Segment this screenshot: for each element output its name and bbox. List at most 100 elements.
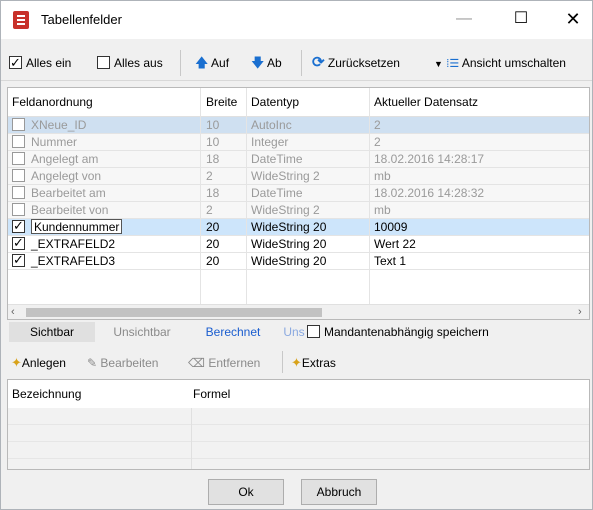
- checkbox-checked-icon[interactable]: [12, 251, 25, 268]
- column-header-feldanordnung[interactable]: Feldanordnung: [12, 88, 93, 116]
- type-cell: DateTime: [251, 152, 303, 166]
- width-cell: 2: [206, 169, 213, 183]
- delete-icon: ⌫: [188, 356, 205, 370]
- entfernen-button[interactable]: ⌫ Entfernen: [188, 353, 260, 373]
- table-row[interactable]: Bearbeitet von 2 WideString 2 mb: [8, 202, 589, 219]
- width-cell: 10: [206, 118, 220, 132]
- tab-unsichtbar[interactable]: Unsichtbar: [99, 322, 185, 342]
- column-divider: [246, 88, 247, 304]
- anlegen-button[interactable]: ✦Anlegen: [11, 353, 66, 373]
- minimize-button[interactable]: —: [449, 5, 479, 33]
- scroll-left-icon[interactable]: ‹: [11, 306, 15, 318]
- checkbox-empty-icon[interactable]: [12, 203, 25, 216]
- field-name-cell[interactable]: Bearbeitet von: [12, 202, 108, 219]
- field-name-cell[interactable]: XNeue_ID: [12, 117, 86, 134]
- field-name-label: _EXTRAFELD2: [31, 237, 116, 251]
- field-name-cell[interactable]: _EXTRAFELD3: [12, 251, 115, 270]
- new-item-icon: ✦: [11, 355, 22, 370]
- close-button[interactable]: ✕: [558, 5, 588, 33]
- table-row[interactable]: Nummer 10 Integer 2: [8, 134, 589, 151]
- width-cell: 20: [206, 254, 220, 268]
- dialog-window: Tabellenfelder — ☐ ✕ Alles ein Alles aus…: [0, 0, 593, 510]
- arrow-up-icon: 🡅: [195, 55, 209, 70]
- filter-tabs: Sichtbar Unsichtbar Berechnet Uns Mandan…: [7, 322, 590, 342]
- toolbar-divider: [301, 50, 302, 76]
- checkbox-empty-icon[interactable]: [12, 135, 25, 148]
- table-row[interactable]: Angelegt von 2 WideString 2 mb: [8, 168, 589, 185]
- view-columns-icon: ⁞☰: [446, 58, 460, 70]
- extras-icon: ✦: [291, 355, 302, 370]
- checkbox-empty-icon[interactable]: [12, 118, 25, 131]
- table-row[interactable]: _EXTRAFELD2 20 WideString 20 Wert 22: [8, 234, 589, 253]
- type-cell: WideString 20: [251, 237, 327, 251]
- checkbox-checked-icon[interactable]: [12, 217, 25, 234]
- field-name-cell[interactable]: Kundennummer: [12, 217, 123, 236]
- checkbox-empty-icon[interactable]: [12, 152, 25, 165]
- field-name-cell[interactable]: Angelegt von: [12, 168, 101, 185]
- alles-aus-button[interactable]: Alles aus: [97, 53, 163, 73]
- column-header-breite[interactable]: Breite: [206, 88, 238, 116]
- field-name-cell[interactable]: Angelegt am: [12, 151, 98, 168]
- table-row[interactable]: _EXTRAFELD3 20 WideString 20 Text 1: [8, 251, 589, 270]
- tab-berechnet[interactable]: Berechnet: [190, 322, 276, 342]
- formula-grid[interactable]: Bezeichnung Formel: [7, 379, 590, 470]
- mandanten-checkbox[interactable]: Mandantenabhängig speichern: [307, 322, 489, 342]
- ok-button[interactable]: Ok: [208, 479, 284, 505]
- checkbox-empty-icon: [97, 56, 110, 69]
- formula-row: [8, 459, 589, 469]
- fields-grid[interactable]: Feldanordnung Breite Datentyp Aktueller …: [7, 87, 590, 320]
- title-bar: Tabellenfelder — ☐ ✕: [1, 1, 592, 39]
- field-name-cell[interactable]: _EXTRAFELD2: [12, 234, 116, 253]
- tab-uns[interactable]: Uns: [279, 322, 309, 342]
- alles-aus-label: Alles aus: [114, 56, 163, 70]
- value-cell: Text 1: [374, 254, 407, 268]
- column-header-datentyp[interactable]: Datentyp: [251, 88, 300, 116]
- table-row[interactable]: Kundennummer 20 WideString 20 10009: [8, 217, 589, 236]
- width-cell: 18: [206, 186, 220, 200]
- column-divider: [191, 408, 192, 469]
- anlegen-label: Anlegen: [21, 356, 66, 370]
- value-cell: 2: [374, 118, 381, 132]
- horizontal-scrollbar[interactable]: ‹ ›: [8, 304, 589, 319]
- alles-ein-button[interactable]: Alles ein: [9, 53, 71, 73]
- formula-row: [8, 425, 589, 442]
- type-cell: WideString 2: [251, 169, 320, 183]
- bearbeiten-label: Bearbeiten: [100, 356, 159, 370]
- ab-button[interactable]: 🡇 Ab: [251, 53, 282, 73]
- extras-button[interactable]: ✦Extras: [291, 353, 336, 373]
- table-row[interactable]: Angelegt am 18 DateTime 18.02.2016 14:28:17: [8, 151, 589, 168]
- checkbox-empty-icon[interactable]: [12, 169, 25, 182]
- maximize-button[interactable]: ☐: [506, 5, 536, 33]
- zuruecksetzen-button[interactable]: ⟳ Zurücksetzen: [312, 53, 400, 73]
- value-cell: 18.02.2016 14:28:32: [374, 186, 485, 200]
- scrollbar-thumb[interactable]: [26, 308, 322, 317]
- arrow-down-icon: 🡇: [251, 55, 265, 70]
- width-cell: 18: [206, 152, 220, 166]
- field-name-edit-input[interactable]: Kundennummer: [31, 219, 123, 234]
- ansicht-umschalten-button[interactable]: ▼ ⁞☰ Ansicht umschalten: [434, 53, 566, 73]
- field-name-cell[interactable]: Nummer: [12, 134, 77, 151]
- column-header-bezeichnung[interactable]: Bezeichnung: [12, 380, 82, 408]
- field-name-label: Angelegt am: [31, 152, 99, 166]
- table-row[interactable]: Bearbeitet am 18 DateTime 18.02.2016 14:28:…: [8, 185, 589, 202]
- ab-label: Ab: [267, 56, 282, 70]
- table-row[interactable]: XNeue_ID 10 AutoInc 2: [8, 117, 589, 134]
- checkbox-empty-icon: [307, 325, 320, 338]
- checkbox-empty-icon[interactable]: [12, 186, 25, 199]
- column-header-aktueller-datensatz[interactable]: Aktueller Datensatz: [374, 88, 479, 116]
- width-cell: 20: [206, 220, 220, 234]
- field-name-cell[interactable]: Bearbeitet am: [12, 185, 106, 202]
- field-name-label: Bearbeitet am: [31, 186, 106, 200]
- column-header-formel[interactable]: Formel: [193, 380, 231, 408]
- abbruch-button[interactable]: Abbruch: [301, 479, 377, 505]
- tab-sichtbar[interactable]: Sichtbar: [9, 322, 95, 342]
- toolbar: Alles ein Alles aus 🡅 Auf 🡇 Ab ⟳ Zurücks…: [1, 41, 592, 81]
- bearbeiten-button[interactable]: ✎ Bearbeiten: [87, 353, 158, 373]
- scroll-right-icon[interactable]: ›: [578, 306, 582, 318]
- width-cell: 20: [206, 237, 220, 251]
- app-icon: [13, 11, 29, 29]
- checkbox-checked-icon[interactable]: [12, 234, 25, 251]
- type-cell: WideString 20: [251, 254, 327, 268]
- value-cell: 18.02.2016 14:28:17: [374, 152, 485, 166]
- auf-button[interactable]: 🡅 Auf: [195, 53, 229, 73]
